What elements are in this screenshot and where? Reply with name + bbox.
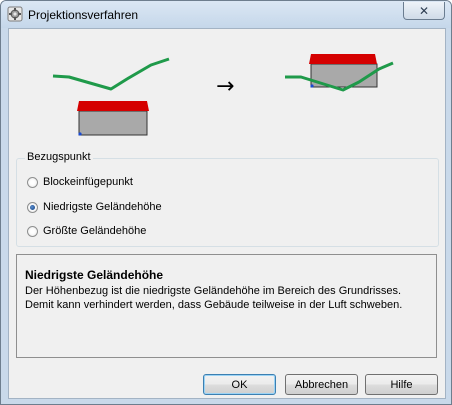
description-text: Der Höhenbezug ist die niedrigste Geländ… (25, 285, 403, 311)
description-title: Niedrigste Geländehöhe (25, 268, 164, 282)
radio-label: Niedrigste Geländehöhe (43, 201, 162, 213)
building-roof-left (77, 101, 149, 111)
radio-highest-terrain-height[interactable]: Größte Geländehöhe (27, 225, 146, 237)
dialog-client: → Bezugspunkt Blockeinfügepunkt Niedrigs… (8, 28, 446, 399)
cancel-button[interactable]: Abbrechen (285, 374, 358, 395)
close-icon: ✕ (418, 3, 430, 18)
radio-lowest-terrain-height[interactable]: Niedrigste Geländehöhe (27, 201, 162, 213)
anchor-point-left (78, 132, 82, 136)
anchor-point-right (310, 84, 314, 88)
radio-block-insertion-point[interactable]: Blockeinfügepunkt (27, 176, 133, 188)
window-title: Projektionsverfahren (28, 8, 139, 22)
description-panel: Niedrigste Geländehöhe Der Höhenbezug is… (16, 254, 437, 358)
radio-label: Größte Geländehöhe (43, 225, 147, 237)
title-bar[interactable]: Projektionsverfahren ✕ (1, 1, 451, 28)
radio-label: Blockeinfügepunkt (43, 176, 133, 188)
reference-point-group: Bezugspunkt Blockeinfügepunkt Niedrigste… (16, 151, 439, 247)
help-button[interactable]: Hilfe (365, 374, 438, 395)
projection-illustration: → (52, 54, 394, 136)
terrain-line-left (52, 57, 170, 91)
radio-button[interactable] (27, 225, 38, 237)
close-button[interactable]: ✕ (403, 2, 445, 20)
building-roof-right (309, 54, 377, 64)
building-body-left (78, 110, 148, 136)
group-label: Bezugspunkt (25, 151, 93, 163)
dialog-window: Projektionsverfahren ✕ → Bezugspunkt Blo… (0, 0, 452, 405)
app-gear-icon (7, 6, 23, 22)
radio-button[interactable] (27, 176, 38, 188)
ok-button[interactable]: OK (203, 374, 276, 395)
radio-button[interactable] (27, 201, 38, 213)
arrow-icon: → (216, 74, 234, 99)
